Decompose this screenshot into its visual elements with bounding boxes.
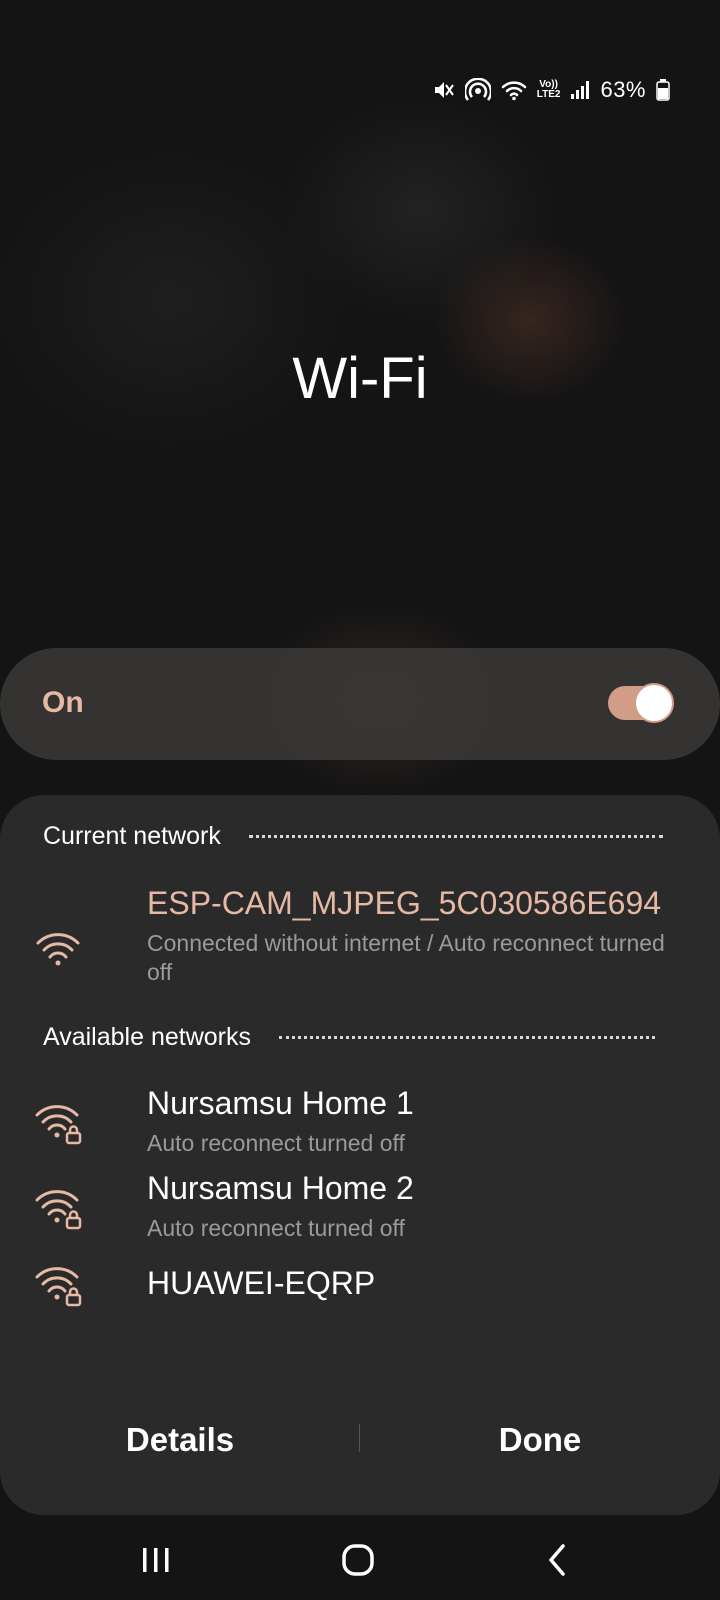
signal-icon bbox=[570, 80, 590, 100]
details-button[interactable]: Details bbox=[0, 1400, 360, 1480]
hotspot-icon bbox=[464, 78, 491, 102]
home-icon[interactable] bbox=[318, 1532, 398, 1588]
sheet-footer: Details Done bbox=[0, 1400, 720, 1480]
available-networks-label: Available networks bbox=[43, 1023, 251, 1051]
network-name: HUAWEI-EQRP bbox=[147, 1265, 376, 1301]
battery-icon bbox=[656, 79, 670, 101]
network-row[interactable]: Nursamsu Home 2 Auto reconnect turned of… bbox=[0, 1170, 720, 1250]
page-title: Wi-Fi bbox=[292, 346, 428, 411]
wifi-switch[interactable] bbox=[608, 683, 674, 723]
switch-knob bbox=[634, 683, 674, 723]
wifi-lock-icon bbox=[34, 1103, 84, 1150]
current-network-row[interactable]: ESP-CAM_MJPEG_5C030586E694 Connected wit… bbox=[0, 875, 720, 995]
wifi-lock-icon bbox=[34, 1188, 84, 1235]
network-row[interactable]: HUAWEI-EQRP bbox=[0, 1265, 720, 1325]
divider bbox=[278, 1036, 655, 1039]
toggle-label: On bbox=[42, 686, 84, 719]
status-bar: Vo)) LTE2 63% bbox=[433, 72, 670, 108]
recent-apps-icon[interactable] bbox=[116, 1532, 196, 1588]
wifi-toggle-card[interactable]: On bbox=[0, 648, 720, 760]
wifi-lock-icon bbox=[34, 1265, 84, 1312]
wifi-icon bbox=[501, 79, 527, 101]
volte-icon: Vo)) LTE2 bbox=[537, 80, 561, 100]
volte-bottom-text: LTE2 bbox=[536, 89, 561, 100]
back-icon[interactable] bbox=[518, 1532, 598, 1588]
mute-icon bbox=[433, 79, 455, 101]
wifi-icon bbox=[34, 931, 82, 972]
networks-sheet: Current network ESP-CAM_MJPEG_5C030586E6… bbox=[0, 795, 720, 1515]
divider bbox=[248, 835, 663, 838]
current-network-header: Current network bbox=[43, 822, 663, 851]
network-name: Nursamsu Home 1 bbox=[147, 1085, 414, 1121]
network-status: Connected without internet / Auto reconn… bbox=[147, 930, 665, 985]
network-status: Auto reconnect turned off bbox=[147, 1130, 405, 1156]
network-name: ESP-CAM_MJPEG_5C030586E694 bbox=[147, 885, 662, 921]
current-network-label: Current network bbox=[43, 822, 221, 850]
done-button[interactable]: Done bbox=[360, 1400, 720, 1480]
navigation-bar bbox=[0, 1520, 720, 1600]
network-status: Auto reconnect turned off bbox=[147, 1215, 405, 1241]
available-networks-header: Available networks bbox=[43, 1023, 655, 1052]
battery-percent: 63% bbox=[600, 77, 646, 102]
network-name: Nursamsu Home 2 bbox=[147, 1170, 414, 1206]
network-row[interactable]: Nursamsu Home 1 Auto reconnect turned of… bbox=[0, 1085, 720, 1165]
